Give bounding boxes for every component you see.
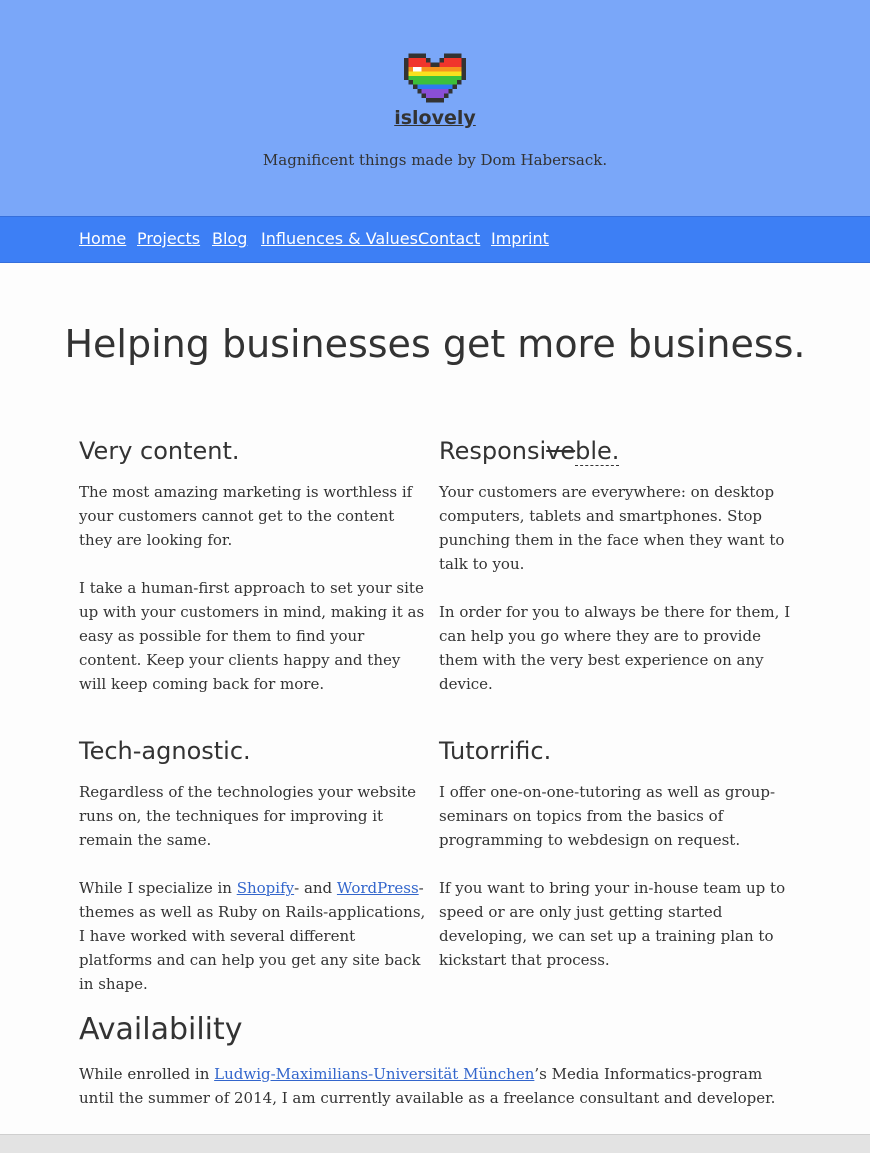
tutor-paragraph-2: If you want to bring your in-house team … (439, 879, 786, 969)
tech-text-mid: - and (294, 879, 337, 897)
site-tagline: Magnificent things made by Dom Habersack… (262, 151, 608, 169)
section-title-tutor: Tutorrific. (439, 737, 552, 765)
nav-projects[interactable]: Projects (137, 229, 200, 248)
nav-home[interactable]: Home (79, 229, 126, 248)
hero-title: Helping businesses get more business. (64, 322, 806, 366)
availability-paragraph: While enrolled in Ludwig-Maximilians-Uni… (79, 1062, 799, 1110)
section-title-content: Very content. (79, 437, 240, 465)
university-link[interactable]: Ludwig-Maximilians-Universität München (214, 1065, 534, 1083)
site-name-link[interactable]: islovely (0, 107, 870, 129)
section-title-responsive: Responsiveble. (439, 437, 620, 466)
availability-text-before: While enrolled in (79, 1065, 215, 1083)
title-struck-text: ve (546, 437, 576, 465)
title-prefix: Responsi (439, 437, 547, 465)
wordpress-link[interactable]: WordPress (337, 879, 419, 897)
section-title-tech: Tech-agnostic. (79, 737, 251, 765)
tech-paragraph-1: Regardless of the technologies your webs… (79, 783, 417, 849)
responsive-paragraph-1: Your customers are everywhere: on deskto… (439, 483, 785, 573)
tech-paragraph-2: While I specialize in Shopify- and WordP… (79, 876, 431, 996)
tutor-paragraph-1: I offer one-on-one-tutoring as well as g… (439, 783, 776, 849)
nav-influences-values[interactable]: Influences & Values (261, 229, 418, 248)
nav-contact[interactable]: Contact (418, 229, 480, 248)
responsive-paragraph-2: In order for you to always be there for … (439, 603, 791, 693)
availability-title: Availability (79, 1012, 243, 1047)
shopify-link[interactable]: Shopify (237, 879, 294, 897)
main-nav: Home Projects Blog Influences & Values C… (0, 216, 870, 263)
nav-imprint[interactable]: Imprint (491, 229, 549, 248)
tech-text-before: While I specialize in (79, 879, 237, 897)
rainbow-pixel-heart-icon[interactable] (404, 53, 466, 103)
nav-blog[interactable]: Blog (212, 229, 247, 248)
footer-bar (0, 1134, 870, 1153)
site-header: islovely Magnificent things made by Dom … (0, 0, 870, 216)
title-suffix: ble. (575, 437, 620, 466)
content-paragraph-1: The most amazing marketing is worthless … (79, 483, 413, 549)
content-paragraph-2: I take a human-first approach to set you… (79, 579, 425, 693)
